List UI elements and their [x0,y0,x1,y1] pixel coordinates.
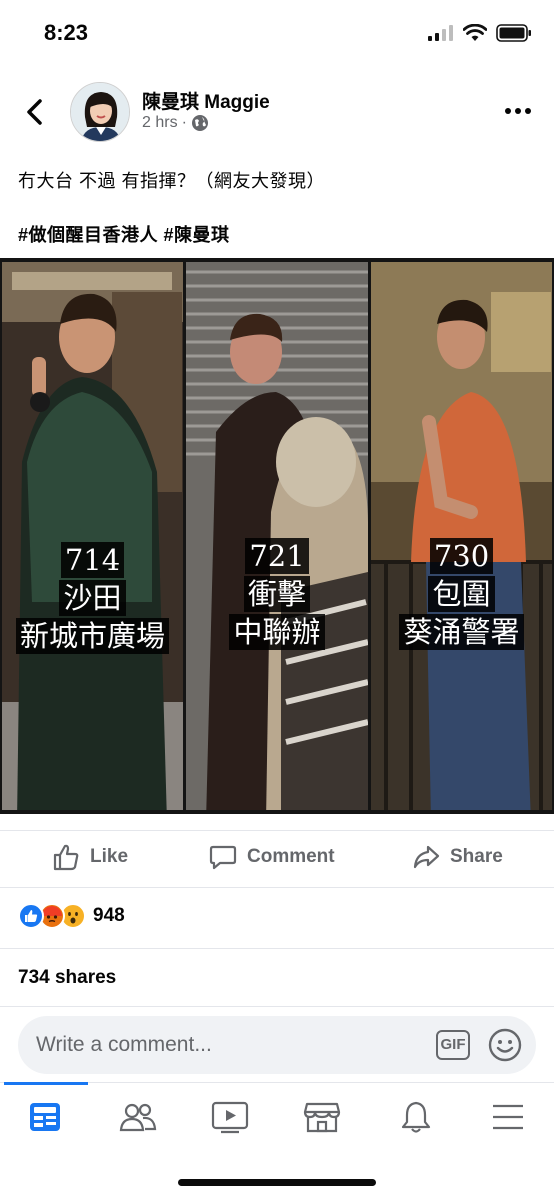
photo-panel-1: 714 沙田 新城市廣場 [2,262,183,810]
tab-groups[interactable] [118,1097,158,1137]
home-indicator[interactable] [178,1179,376,1186]
comment-input[interactable] [36,1030,416,1060]
battery-icon [496,24,531,42]
panel-1-place: 沙田 [59,580,126,616]
status-icons [428,24,532,42]
thumbs-up-icon [53,844,79,871]
post-actions: Like Comment Share [0,830,554,888]
like-reaction-icon [18,903,44,929]
panel-3-location: 葵涌警署 [399,614,524,650]
tab-marketplace[interactable] [302,1097,342,1137]
panel-3-caption: 730 包圍 葵涌警署 [371,538,552,652]
tab-notifications[interactable] [396,1097,436,1137]
post-text: 冇大台 不過 有指揮？（網友大發現） [18,171,326,191]
profile-photo [71,83,129,141]
emoji-icon[interactable] [488,1028,522,1062]
panel-2-location: 中聯辦 [229,614,325,650]
panel-1-caption: 714 沙田 新城市廣場 [2,542,183,656]
comment-label: Comment [247,846,335,867]
post-header: 陳曼琪 Maggie 2 hrs · [0,80,554,144]
gif-button[interactable]: GIF [436,1030,470,1060]
news-feed-icon [30,1103,60,1131]
back-button[interactable] [22,98,48,126]
status-time: 8:23 [44,20,89,45]
active-tab-indicator [4,1082,88,1085]
signal-icon [428,25,453,41]
reactions-summary[interactable]: 948 [18,903,125,929]
divider [0,1006,554,1007]
panel-2-image [186,262,368,810]
tab-menu[interactable] [488,1097,528,1137]
marketplace-icon [303,1102,341,1133]
menu-icon [493,1104,523,1130]
post-time[interactable]: 2 hrs [142,114,178,132]
wifi-icon [463,24,487,41]
share-button[interactable]: Share [412,843,503,871]
post-hashtags[interactable]: #做個醒目香港人 #陳曼琪 [18,221,230,247]
panel-2-date: 721 [245,538,309,574]
reaction-count: 948 [93,905,125,926]
panel-1-date: 714 [60,542,125,578]
divider [0,948,554,949]
status-bar: 8:23 [0,0,554,68]
share-label: Share [450,846,503,867]
post-meta: 2 hrs · [142,114,209,132]
post-photo[interactable]: 714 沙田 新城市廣場 721 衝擊 中聯辦 730 包圍 葵涌警署 [0,258,554,814]
more-options-icon[interactable] [504,106,532,116]
facebook-post-screen: 8:23 陳曼琪 Maggie 2 hrs · 冇大台 不過 有指揮？（網友大發… [0,0,554,1199]
groups-icon [119,1103,157,1132]
watch-icon [211,1101,249,1134]
panel-3-image [371,262,552,810]
share-icon [413,845,440,869]
like-button[interactable]: Like [52,843,128,871]
panel-3-action: 包圍 [428,576,495,612]
panel-2-action: 衝擊 [243,576,310,612]
bell-icon [401,1101,431,1133]
panel-1-location: 新城市廣場 [15,618,169,654]
globe-icon [191,115,208,131]
panel-3-date: 730 [429,538,494,574]
tab-news-feed[interactable] [25,1097,65,1137]
panel-2-caption: 721 衝擊 中聯辦 [186,538,368,652]
bottom-tab-bar [0,1082,554,1150]
shares-count[interactable]: 734 shares [18,967,116,989]
photo-panel-3: 730 包圍 葵涌警署 [371,262,552,810]
comment-composer: GIF [18,1016,536,1074]
comment-icon [209,845,237,870]
tab-watch[interactable] [210,1097,250,1137]
meta-separator: · [181,114,187,131]
comment-button[interactable]: Comment [209,843,335,871]
post-author-name[interactable]: 陳曼琪 Maggie [142,87,270,114]
like-label: Like [90,846,129,867]
panel-1-image [2,262,183,810]
avatar[interactable] [70,82,130,142]
photo-panel-2: 721 衝擊 中聯辦 [186,262,368,810]
